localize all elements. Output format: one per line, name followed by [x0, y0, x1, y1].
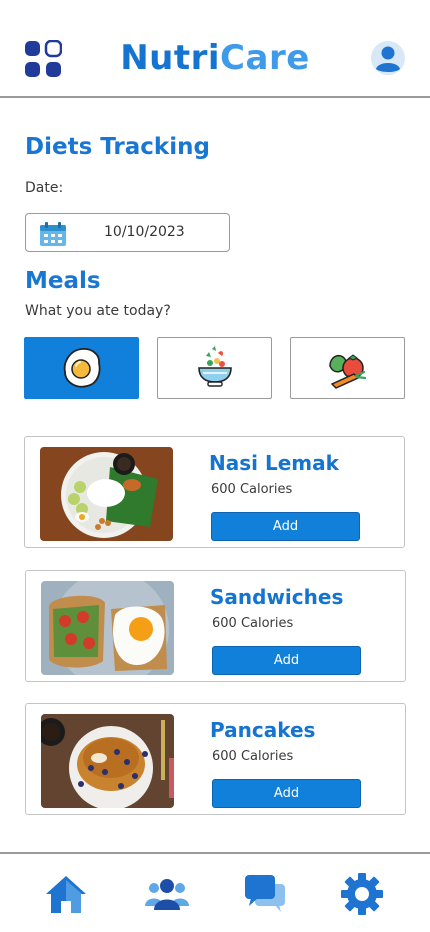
nav-community[interactable] [145, 872, 189, 916]
meal-calories: 600 Calories [212, 616, 294, 631]
calendar-icon [40, 222, 66, 246]
user-avatar-icon[interactable] [371, 41, 405, 75]
date-value: 10/10/2023 [104, 224, 185, 240]
meals-title: Meals [25, 268, 101, 294]
add-sandwiches-button[interactable]: Add [212, 646, 361, 675]
meal-card-nasi-lemak: Nasi Lemak 600 Calories Add [24, 436, 405, 548]
nav-messages[interactable] [243, 872, 287, 916]
salad-bowl-icon [197, 346, 232, 387]
category-egg-button[interactable] [24, 337, 139, 399]
fried-egg-icon [63, 348, 100, 388]
category-salad-button[interactable] [157, 337, 272, 399]
brand-part1: Nutri [120, 38, 221, 78]
sandwich-photo [41, 581, 174, 675]
page-title: Diets Tracking [25, 134, 210, 160]
pancakes-photo [41, 714, 174, 808]
chat-icon [245, 875, 285, 912]
community-icon [145, 879, 189, 910]
vegetables-icon [328, 354, 366, 389]
meal-card-pancakes: Pancakes 600 Calories Add [25, 703, 406, 815]
nasi-lemak-photo [40, 447, 173, 541]
settings-icon [341, 873, 383, 915]
date-label: Date: [25, 180, 64, 196]
add-pancakes-button[interactable]: Add [212, 779, 361, 808]
nav-home[interactable] [44, 872, 88, 916]
home-icon [46, 876, 86, 913]
app-header: NutriCare [0, 0, 430, 98]
add-nasi-lemak-button[interactable]: Add [211, 512, 360, 541]
category-vegetables-button[interactable] [290, 337, 405, 399]
meal-name: Sandwiches [210, 585, 344, 609]
meals-subtitle: What you ate today? [25, 303, 171, 319]
app-logo: NutriCare [0, 38, 430, 78]
nav-settings[interactable] [340, 872, 384, 916]
meal-card-sandwiches: Sandwiches 600 Calories Add [25, 570, 406, 682]
meal-calories: 600 Calories [211, 482, 293, 497]
meal-calories: 600 Calories [212, 749, 294, 764]
date-picker[interactable]: 10/10/2023 [25, 213, 230, 252]
brand-part2: Care [220, 38, 310, 78]
meal-name: Pancakes [210, 718, 316, 742]
meal-name: Nasi Lemak [209, 451, 339, 475]
bottom-navigation [0, 852, 430, 932]
